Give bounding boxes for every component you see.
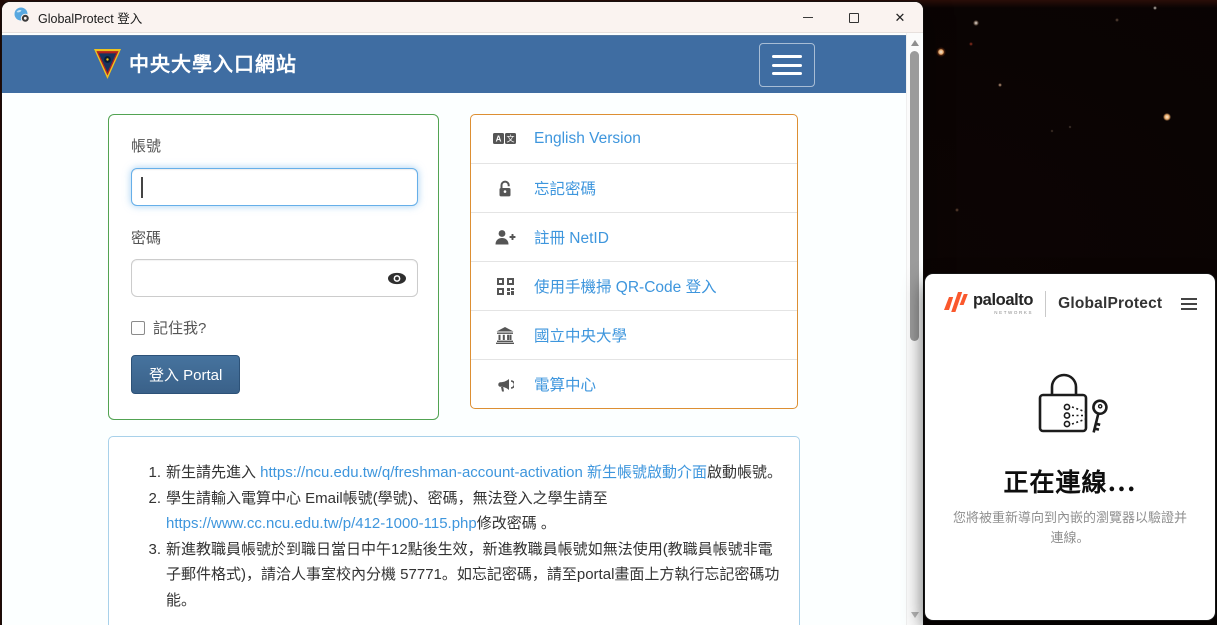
minimize-button[interactable] xyxy=(785,2,831,33)
remember-me-row: 記住我? xyxy=(131,317,416,338)
freshman-activation-link[interactable]: https://ncu.edu.tw/q/freshman-account-ac… xyxy=(260,464,707,481)
portal-hamburger-button[interactable] xyxy=(759,43,815,87)
connection-status-title: 正在連線... xyxy=(925,463,1215,499)
link-register-netid[interactable]: 註冊 NetID xyxy=(471,213,797,262)
user-plus-icon xyxy=(493,229,517,245)
globalprotect-panel-header: paloalto NETWORKS GlobalProtect xyxy=(925,274,1215,325)
qrcode-icon xyxy=(493,278,517,295)
notice-item-1: 1. 新生請先進入 https://ncu.edu.tw/q/freshman-… xyxy=(139,460,785,486)
unlock-icon xyxy=(493,180,517,197)
university-icon xyxy=(493,327,517,344)
screen: GlobalProtect 登入 ✕ 中央 xyxy=(0,0,1217,625)
globalprotect-globe-icon xyxy=(14,7,30,28)
login-form-card: 帳號 密碼 記住我? xyxy=(108,114,439,420)
window-title: GlobalProtect 登入 xyxy=(38,8,142,27)
portal-header: 中央大學入口網站 xyxy=(2,35,906,93)
scrollbar-thumb[interactable] xyxy=(910,51,919,341)
globalprotect-menu-button[interactable] xyxy=(1179,296,1199,312)
remember-me-checkbox[interactable] xyxy=(131,321,145,335)
connection-status-description: 您將被重新導向到內嵌的瀏覽器以驗證并連線。 xyxy=(948,508,1192,548)
link-forgot-password[interactable]: 忘記密碼 xyxy=(471,164,797,213)
notice-item-2: 2. 學生請輸入電算中心 Email帳號(學號)、密碼，無法登入之學生請至 ht… xyxy=(139,486,785,537)
link-computer-center[interactable]: 電算中心 xyxy=(471,360,797,408)
remember-me-label: 記住我? xyxy=(153,317,206,338)
window-titlebar: GlobalProtect 登入 ✕ xyxy=(2,2,923,33)
scroll-down-arrow-icon[interactable] xyxy=(911,612,919,618)
maximize-icon xyxy=(849,13,859,23)
password-label: 密碼 xyxy=(131,227,416,248)
notice-item-3: 3. 新進教職員帳號於到職日當日中午12點後生效，新進教職員帳號如無法使用(教職… xyxy=(139,537,785,614)
minimize-icon xyxy=(803,17,813,19)
language-icon: A 文 xyxy=(493,131,517,147)
link-qrcode-login[interactable]: 使用手機掃 QR-Code 登入 xyxy=(471,262,797,311)
link-ncu-website[interactable]: 國立中央大學 xyxy=(471,311,797,360)
login-portal-button[interactable]: 登入 Portal xyxy=(131,355,240,394)
quick-links-card: A 文 English Version xyxy=(470,114,798,409)
hamburger-icon xyxy=(772,55,802,58)
svg-text:文: 文 xyxy=(507,134,515,144)
password-change-link[interactable]: https://www.cc.ncu.edu.tw/p/412-1000-115… xyxy=(166,515,477,532)
browser-scrollbar[interactable] xyxy=(906,33,921,625)
window-controls: ✕ xyxy=(785,2,923,33)
account-label: 帳號 xyxy=(131,135,416,156)
bullhorn-icon xyxy=(493,376,517,393)
notice-card: 1. 新生請先進入 https://ncu.edu.tw/q/freshman-… xyxy=(108,436,800,625)
svg-text:A: A xyxy=(496,135,502,144)
close-icon: ✕ xyxy=(895,11,906,24)
close-button[interactable]: ✕ xyxy=(877,2,923,33)
link-english-version[interactable]: A 文 English Version xyxy=(471,115,797,164)
hamburger-icon xyxy=(1181,298,1197,300)
globalprotect-product-name: GlobalProtect xyxy=(1058,295,1179,313)
globalprotect-login-window: GlobalProtect 登入 ✕ 中央 xyxy=(2,2,923,625)
password-input[interactable] xyxy=(131,259,418,297)
scroll-up-arrow-icon[interactable] xyxy=(911,40,919,46)
text-caret xyxy=(141,177,143,198)
lock-and-key-icon xyxy=(1022,369,1118,441)
portal-title: 中央大學入口網站 xyxy=(129,36,297,94)
paloalto-logo-mark-icon xyxy=(943,290,968,317)
show-password-eye-icon[interactable] xyxy=(387,271,407,291)
maximize-button[interactable] xyxy=(831,2,877,33)
header-divider xyxy=(1045,291,1046,317)
embedded-browser-viewport: 中央大學入口網站 帳號 密碼 xyxy=(2,33,923,625)
paloalto-wordmark: paloalto NETWORKS xyxy=(973,292,1033,315)
account-input[interactable] xyxy=(131,168,418,206)
globalprotect-status-panel: paloalto NETWORKS GlobalProtect xyxy=(925,274,1215,620)
ncu-logo xyxy=(94,49,121,85)
